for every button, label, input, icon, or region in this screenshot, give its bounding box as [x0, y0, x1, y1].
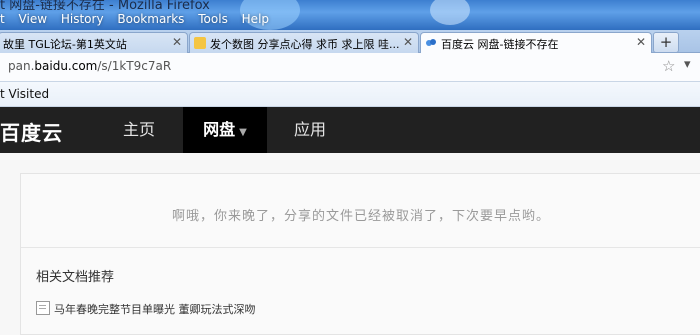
bookmark-star-icon[interactable]: ☆	[662, 57, 675, 75]
menu-bar: t View History Bookmarks Tools Help	[0, 12, 279, 26]
bookmarks-toolbar: t Visited	[0, 82, 700, 107]
menu-item-bookmarks[interactable]: Bookmarks	[117, 12, 184, 26]
tab-label: 发个数图 分享点心得 求币 求上限 哇...	[210, 38, 400, 51]
bookmark-most-visited[interactable]: t Visited	[0, 87, 49, 101]
forum-favicon-icon	[194, 37, 206, 49]
menu-item-tools[interactable]: Tools	[198, 12, 228, 26]
menu-item-edit[interactable]: t	[0, 12, 5, 26]
new-tab-button[interactable]: +	[653, 32, 679, 53]
baidu-header: 百度云 主页 网盘 ▼ 应用	[0, 107, 700, 153]
baidu-cloud-logo[interactable]: 百度云	[0, 117, 63, 146]
baidu-favicon-icon	[426, 39, 436, 46]
close-icon[interactable]: ✕	[403, 35, 413, 49]
content-card: 啊哦，你来晚了，分享的文件已经被取消了，下次要早点哟。 相关文档推荐 马年春晚完…	[20, 173, 700, 335]
nav-item-label: 网盘	[203, 120, 236, 139]
tab-tgl-forum[interactable]: 故里 TGL论坛-第1英文站 ✕	[0, 32, 188, 53]
tab-share-post[interactable]: 发个数图 分享点心得 求币 求上限 哇... ✕	[189, 32, 419, 53]
tab-strip: 故里 TGL论坛-第1英文站 ✕ 发个数图 分享点心得 求币 求上限 哇... …	[0, 30, 700, 54]
navigation-bar: pan.baidu.com/s/1kT9c7aR ☆ ▾	[0, 53, 700, 82]
address-bar[interactable]: pan.baidu.com/s/1kT9c7aR	[0, 56, 658, 77]
menu-item-help[interactable]: Help	[242, 12, 269, 26]
tab-baidu-pan[interactable]: 百度云 网盘-链接不存在 ✕	[420, 32, 652, 54]
nav-item-home[interactable]: 主页	[107, 107, 171, 153]
tab-label: 故里 TGL论坛-第1英文站	[3, 38, 127, 51]
address-url[interactable]: pan.baidu.com/s/1kT9c7aR	[8, 59, 171, 73]
tab-label: 百度云 网盘-链接不存在	[441, 38, 559, 51]
menu-item-view[interactable]: View	[19, 12, 47, 26]
menu-item-history[interactable]: History	[61, 12, 104, 26]
nav-item-label: 应用	[293, 120, 326, 139]
url-path: /s/1kT9c7aR	[97, 59, 172, 73]
nav-item-apps[interactable]: 应用	[278, 107, 342, 153]
window-titlebar: t 网盘-链接不存在 - Mozilla Firefox t View Hist…	[0, 0, 700, 30]
document-icon	[36, 301, 50, 315]
chevron-down-icon[interactable]: ▾	[684, 57, 691, 72]
nav-item-label: 主页	[122, 120, 155, 139]
related-doc-title: 马年春晚完整节目单曝光 董卿玩法式深吻	[54, 303, 256, 316]
nav-item-netdisk[interactable]: 网盘 ▼	[183, 107, 267, 153]
titlebar-decoration	[430, 0, 470, 25]
close-icon[interactable]: ✕	[636, 35, 646, 49]
related-docs-title: 相关文档推荐	[36, 270, 115, 285]
link-expired-message: 啊哦，你来晚了，分享的文件已经被取消了，下次要早点哟。	[171, 209, 550, 224]
close-icon[interactable]: ✕	[172, 35, 182, 49]
related-doc-item[interactable]: 马年春晚完整节目单曝光 董卿玩法式深吻	[36, 301, 256, 317]
url-prefix: pan.	[8, 59, 35, 73]
chevron-down-icon: ▼	[239, 127, 247, 138]
divider	[21, 247, 700, 248]
url-domain: baidu.com	[34, 59, 98, 73]
